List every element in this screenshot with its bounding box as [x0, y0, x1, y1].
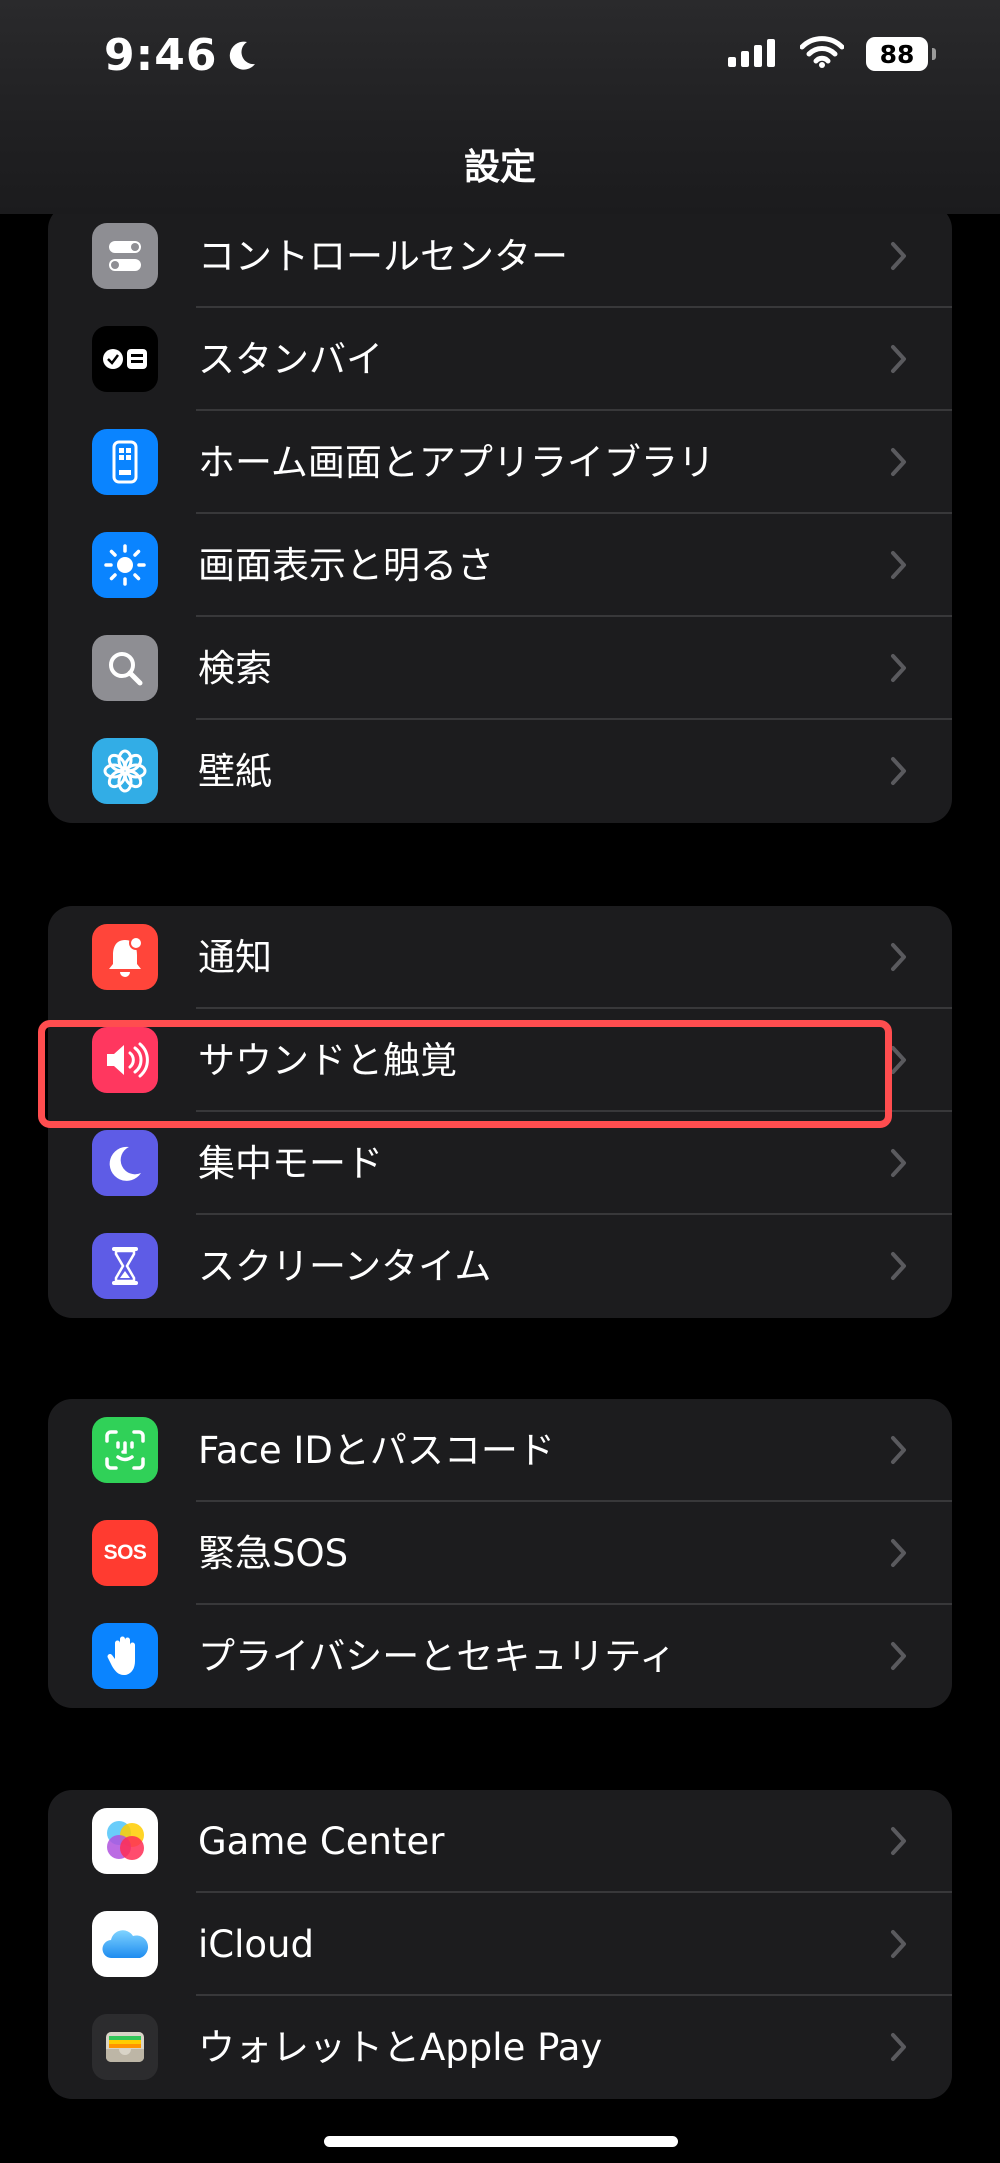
settings-group-3: Face IDとパスコード SOS 緊急SOS プライバシーとセキュリティ: [48, 1399, 952, 1708]
sos-icon-text: SOS: [103, 1541, 147, 1564]
settings-item-home-screen[interactable]: ホーム画面とアプリライブラリ: [48, 411, 952, 514]
moon-icon: [227, 40, 257, 72]
search-icon: [92, 635, 158, 701]
settings-item-wallpaper[interactable]: 壁紙: [48, 720, 952, 823]
settings-item-emergency-sos[interactable]: SOS 緊急SOS: [48, 1502, 952, 1605]
settings-item-search[interactable]: 検索: [48, 617, 952, 720]
settings-group-4: Game Center iCloud ウォレットとApple Pay: [48, 1790, 952, 2099]
battery-icon: 88: [866, 37, 936, 71]
chevron-right-icon: [891, 1539, 906, 1567]
cellular-icon: [728, 37, 778, 71]
home-indicator[interactable]: [324, 2136, 678, 2147]
settings-item-label: プライバシーとセキュリティ: [198, 1635, 677, 1678]
settings-item-label: 検索: [198, 647, 272, 690]
settings-group-2: 通知 サウンドと触覚 集中モード スクリーンタイム: [48, 906, 952, 1318]
wallet-icon: [92, 2014, 158, 2080]
chevron-right-icon: [891, 1930, 906, 1958]
settings-item-display-brightness[interactable]: 画面表示と明るさ: [48, 514, 952, 617]
settings-item-game-center[interactable]: Game Center: [48, 1790, 952, 1893]
hourglass-icon: [92, 1233, 158, 1299]
chevron-right-icon: [891, 1827, 906, 1855]
settings-item-wallet-apple-pay[interactable]: ウォレットとApple Pay: [48, 1996, 952, 2099]
settings-item-label: 集中モード: [198, 1142, 383, 1185]
status-indicators: 88: [728, 36, 936, 72]
brightness-icon: [92, 532, 158, 598]
chevron-right-icon: [891, 1252, 906, 1280]
chevron-right-icon: [891, 757, 906, 785]
chevron-right-icon: [891, 345, 906, 373]
wifi-icon: [799, 36, 845, 72]
chevron-right-icon: [891, 1149, 906, 1177]
settings-item-label: ホーム画面とアプリライブラリ: [198, 441, 715, 484]
sound-icon: [92, 1027, 158, 1093]
settings-item-label: コントロールセンター: [198, 235, 568, 278]
battery-level: 88: [879, 39, 915, 69]
chevron-right-icon: [891, 551, 906, 579]
chevron-right-icon: [891, 242, 906, 270]
settings-item-screen-time[interactable]: スクリーンタイム: [48, 1215, 952, 1318]
settings-item-privacy-security[interactable]: プライバシーとセキュリティ: [48, 1605, 952, 1708]
page-title: 設定: [463, 147, 536, 188]
chevron-right-icon: [891, 1642, 906, 1670]
icloud-icon: [92, 1911, 158, 1977]
settings-item-label: スクリーンタイム: [198, 1245, 492, 1288]
settings-item-standby[interactable]: スタンバイ: [48, 308, 952, 411]
focus-moon-icon: [92, 1130, 158, 1196]
chevron-right-icon: [891, 943, 906, 971]
sos-icon: SOS: [92, 1520, 158, 1586]
privacy-hand-icon: [92, 1623, 158, 1689]
settings-item-label: Game Center: [198, 1820, 445, 1863]
home-screen-icon: [92, 429, 158, 495]
settings-item-label: スタンバイ: [198, 338, 383, 381]
status-time: 9:46: [104, 30, 257, 81]
settings-item-label: 画面表示と明るさ: [198, 544, 494, 587]
game-center-icon: [92, 1808, 158, 1874]
settings-item-face-id[interactable]: Face IDとパスコード: [48, 1399, 952, 1502]
status-time-text: 9:46: [104, 30, 218, 81]
notification-icon: [92, 924, 158, 990]
settings-item-label: ウォレットとApple Pay: [198, 2026, 603, 2069]
chevron-right-icon: [891, 654, 906, 682]
settings-item-notifications[interactable]: 通知: [48, 906, 952, 1009]
settings-item-label: 通知: [198, 936, 272, 979]
settings-item-label: Face IDとパスコード: [198, 1429, 555, 1472]
chevron-right-icon: [891, 1436, 906, 1464]
settings-item-label: iCloud: [198, 1923, 314, 1966]
settings-item-label: 壁紙: [198, 750, 272, 793]
chevron-right-icon: [891, 1046, 906, 1074]
settings-item-focus[interactable]: 集中モード: [48, 1112, 952, 1215]
settings-item-sound-haptics[interactable]: サウンドと触覚: [48, 1009, 952, 1112]
settings-group-1: コントロールセンター スタンバイ ホーム画面とアプリライブラリ 画面表示と明るさ…: [48, 205, 952, 823]
settings-item-control-center[interactable]: コントロールセンター: [48, 205, 952, 308]
top-bar: 9:46 88 設定: [0, 0, 1000, 214]
chevron-right-icon: [891, 2033, 906, 2061]
settings-item-icloud[interactable]: iCloud: [48, 1893, 952, 1996]
chevron-right-icon: [891, 448, 906, 476]
control-center-icon: [92, 223, 158, 289]
wallpaper-icon: [92, 738, 158, 804]
settings-screen: 9:46 88 設定 コントロールセンター スタンバイ ホーム画面とアプリライブ…: [0, 0, 1000, 2163]
settings-item-label: 緊急SOS: [198, 1532, 349, 1575]
standby-icon: [92, 326, 158, 392]
face-id-icon: [92, 1417, 158, 1483]
settings-item-label: サウンドと触覚: [198, 1039, 457, 1082]
